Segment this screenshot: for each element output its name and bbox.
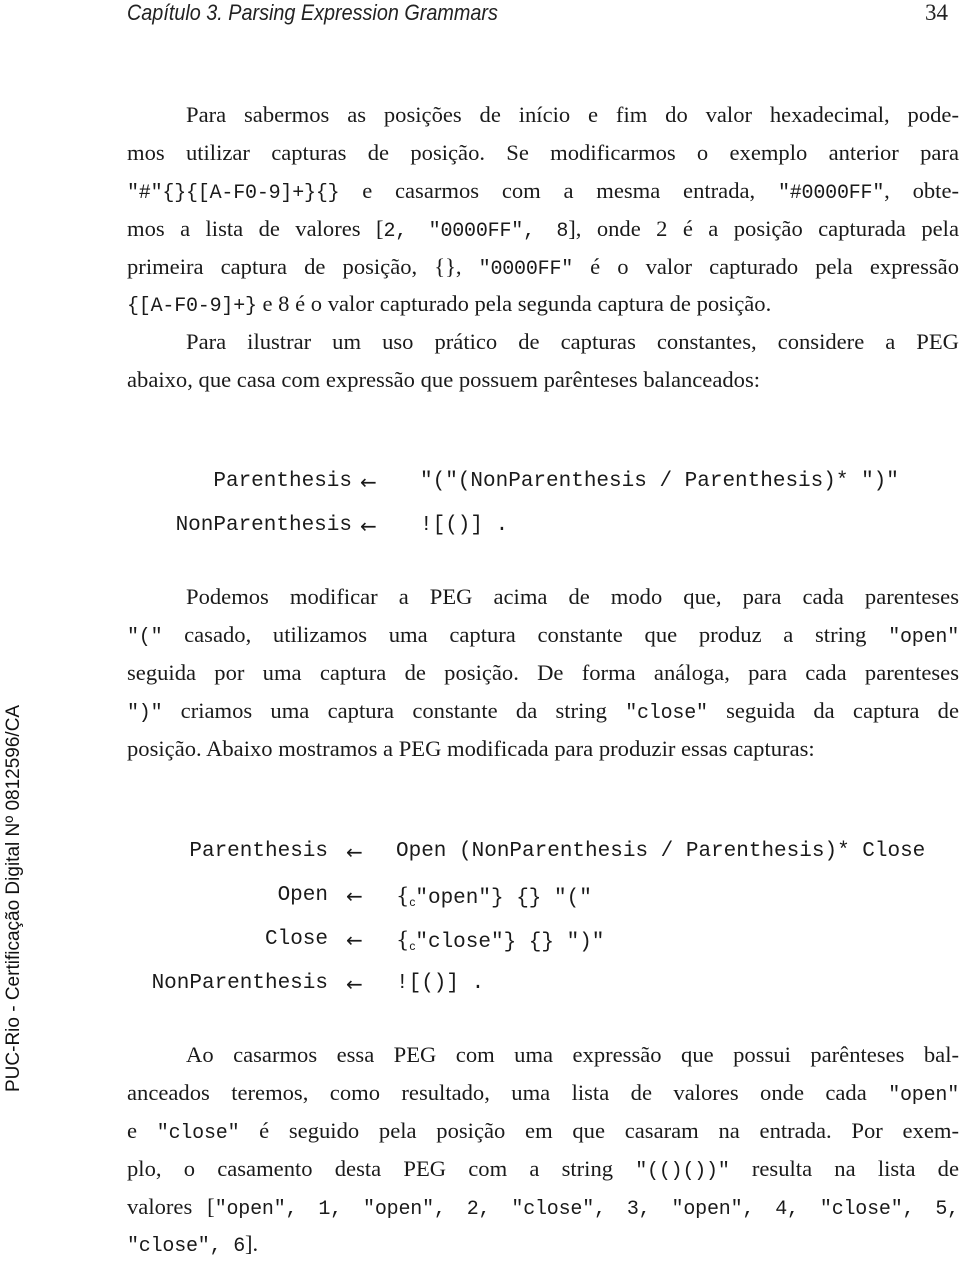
code-literal: "close" bbox=[156, 1121, 240, 1145]
code-values: 2, "0000FF", 8 bbox=[383, 219, 569, 243]
rule-expression: {c"close"} {} ")" bbox=[396, 928, 604, 954]
text: Para ilustrar um uso prático de capturas… bbox=[186, 329, 959, 354]
text-line: plo, o casamento desta PEG com a string … bbox=[127, 1150, 959, 1188]
rule-name: Open bbox=[277, 884, 328, 907]
text: seguida da captura de bbox=[707, 697, 959, 723]
rule-expression: ![()] . bbox=[396, 972, 485, 995]
text: criamos uma captura constante da string bbox=[162, 697, 626, 723]
capture-brace-open: { bbox=[396, 884, 410, 908]
text: resulta na lista de bbox=[729, 1155, 959, 1181]
rule-name: Parenthesis bbox=[213, 470, 352, 493]
grammar-rule: Parenthesis ← Open (NonParenthesis / Par… bbox=[0, 840, 960, 884]
text: Podemos modificar a PEG acima de modo qu… bbox=[186, 584, 959, 609]
grammar-rule: NonParenthesis ← ![()] . bbox=[0, 514, 960, 558]
code-literal: "close" bbox=[625, 701, 708, 725]
text: é o valor capturado pela expressão bbox=[573, 253, 959, 279]
text-line: e "close" é seguido pela posição em que … bbox=[127, 1112, 959, 1150]
chapter-title: Capítulo 3. Parsing Expression Grammars bbox=[127, 0, 498, 25]
rule-name: NonParenthesis bbox=[151, 972, 328, 995]
text: [ bbox=[207, 1193, 215, 1219]
paragraph-constant-captures-intro: Para ilustrar um uso prático de capturas… bbox=[127, 323, 959, 399]
code-values: "open", 1, "open", 2, "close", 3, "open"… bbox=[214, 1197, 959, 1221]
left-arrow-icon: ← bbox=[346, 972, 363, 996]
rule-expression-rest: } {} ")" bbox=[503, 931, 605, 954]
code-literal: "open" bbox=[888, 625, 959, 649]
text: casado, utilizamos uma captura constante… bbox=[162, 621, 889, 647]
code-pattern: {[A-F0-9]+} bbox=[127, 295, 257, 319]
text-line: anceados teremos, como resultado, uma li… bbox=[127, 1074, 959, 1112]
code-literal: "open" bbox=[888, 1083, 959, 1107]
text-line: Para sabermos as posições de início e fi… bbox=[127, 96, 959, 134]
code-pattern: "#"{}{[A-F0-9]+}{} bbox=[127, 181, 340, 205]
text: primeira captura de posição, {}, bbox=[127, 253, 479, 279]
code-values: "close", 6 bbox=[127, 1235, 246, 1259]
code-literal: "(()())" bbox=[635, 1159, 730, 1183]
text: e bbox=[127, 1117, 157, 1143]
left-arrow-icon: ← bbox=[346, 840, 363, 864]
text: abaixo, que casa com expressão que possu… bbox=[127, 366, 761, 392]
text: anceados teremos, como resultado, uma li… bbox=[127, 1079, 889, 1105]
page-number: 34 bbox=[925, 0, 948, 25]
text: mos a lista de valores [ bbox=[127, 215, 384, 241]
left-arrow-icon: ← bbox=[360, 514, 377, 538]
code-value: "0000FF" bbox=[478, 257, 574, 281]
text-line: ")" criamos uma captura constante da str… bbox=[127, 692, 959, 730]
code-literal: ")" bbox=[127, 701, 163, 725]
text: e casarmos com a mesma entrada, bbox=[339, 177, 778, 203]
text: seguida por uma captura de posição. De f… bbox=[127, 659, 959, 685]
rule-expression: Open (NonParenthesis / Parenthesis)* Clo… bbox=[396, 840, 926, 863]
left-arrow-icon: ← bbox=[346, 884, 363, 908]
left-arrow-icon: ← bbox=[360, 470, 377, 494]
text-line: Para ilustrar um uso prático de capturas… bbox=[127, 323, 959, 361]
rule-name: NonParenthesis bbox=[175, 514, 352, 537]
text: plo, o casamento desta PEG com a string bbox=[127, 1155, 636, 1181]
grammar-rule: NonParenthesis ← ![()] . bbox=[0, 972, 960, 1016]
text: ], onde 2 é a posição capturada pela bbox=[568, 215, 959, 241]
paragraph-position-captures: Para sabermos as posições de início e fi… bbox=[127, 96, 959, 323]
grammar-rule: Open ← {c"open"} {} "(" bbox=[0, 884, 960, 928]
rule-expression: ![()] . bbox=[420, 514, 509, 537]
text-line: "(" casado, utilizamos uma captura const… bbox=[127, 616, 959, 654]
rule-expression: "("(NonParenthesis / Parenthesis)* ")" bbox=[420, 470, 899, 493]
text-line: abaixo, que casa com expressão que possu… bbox=[127, 361, 959, 399]
left-arrow-icon: ← bbox=[346, 928, 363, 952]
text: Para sabermos as posições de início e fi… bbox=[186, 102, 959, 127]
code-literal: "(" bbox=[127, 625, 163, 649]
text: ]. bbox=[245, 1231, 259, 1257]
text: e 8 é o valor capturado pela segunda cap… bbox=[256, 291, 772, 317]
text-line: seguida por uma captura de posição. De f… bbox=[127, 654, 959, 692]
running-header: Capítulo 3. Parsing Expression Grammars … bbox=[127, 0, 948, 26]
text-line: Podemos modificar a PEG acima de modo qu… bbox=[127, 578, 959, 616]
text: posição. Abaixo mostramos a PEG modifica… bbox=[127, 735, 815, 761]
text-line: Ao casarmos essa PEG com uma expressão q… bbox=[127, 1036, 959, 1074]
text-line: mos utilizar capturas de posição. Se mod… bbox=[127, 134, 959, 172]
text: valores bbox=[127, 1193, 208, 1219]
capture-brace-open: { bbox=[396, 928, 410, 952]
paragraph-modified-peg: Podemos modificar a PEG acima de modo qu… bbox=[127, 578, 959, 767]
constant-value: "close" bbox=[415, 931, 504, 954]
text-line: primeira captura de posição, {}, "0000FF… bbox=[127, 248, 959, 286]
text-line: mos a lista de valores [2, "0000FF", 8],… bbox=[127, 210, 959, 248]
code-input: "#0000FF" bbox=[777, 181, 885, 205]
text-line: "#"{}{[A-F0-9]+}{} e casarmos com a mesm… bbox=[127, 172, 959, 210]
text: , obte- bbox=[884, 177, 959, 203]
grammar-rule: Parenthesis ← "("(NonParenthesis / Paren… bbox=[0, 470, 960, 514]
rule-name: Parenthesis bbox=[189, 840, 328, 863]
rule-expression-rest: } {} "(" bbox=[491, 887, 592, 910]
text: Ao casarmos essa PEG com uma expressão q… bbox=[186, 1042, 959, 1067]
grammar-rule: Close ← {c"close"} {} ")" bbox=[0, 928, 960, 972]
rule-name: Close bbox=[264, 928, 328, 951]
text-line: {[A-F0-9]+} e 8 é o valor capturado pela… bbox=[127, 285, 959, 323]
constant-value: "open" bbox=[415, 887, 491, 910]
text-line: posição. Abaixo mostramos a PEG modifica… bbox=[127, 730, 959, 768]
rule-expression: {c"open"} {} "(" bbox=[396, 884, 592, 910]
text: mos utilizar capturas de posição. Se mod… bbox=[127, 139, 959, 165]
paragraph-result-example: Ao casarmos essa PEG com uma expressão q… bbox=[127, 1036, 959, 1263]
text: é seguido pela posição em que casaram na… bbox=[239, 1117, 959, 1143]
text-line: valores ["open", 1, "open", 2, "close", … bbox=[127, 1188, 959, 1226]
